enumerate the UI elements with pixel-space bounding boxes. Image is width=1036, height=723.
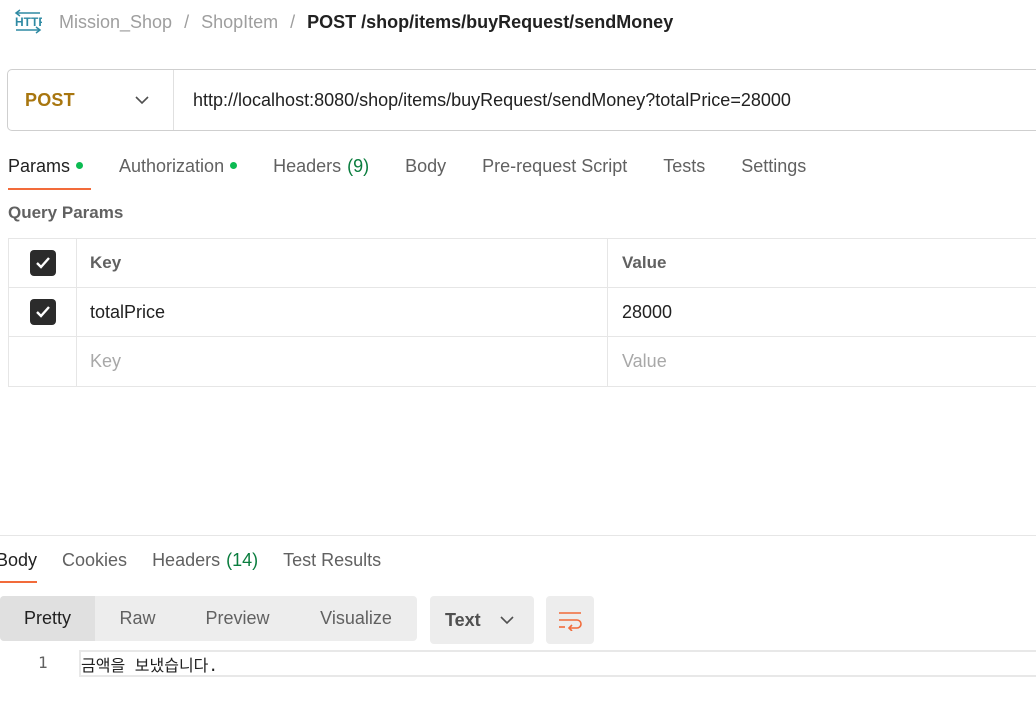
breadcrumb-folder[interactable]: ShopItem (201, 12, 278, 33)
check-icon (35, 306, 50, 318)
value-column-header: Value (622, 253, 667, 272)
new-key-input[interactable]: Key (77, 337, 608, 386)
tab-label: Settings (741, 155, 807, 176)
method-label: POST (25, 89, 75, 110)
row-checkbox[interactable] (29, 299, 56, 325)
query-params-table: Key Value totalPrice 28000 Key Value (8, 238, 1036, 387)
query-params-title: Query Params (8, 203, 124, 222)
key-column-header: Key (77, 239, 608, 287)
tab-test-results[interactable]: Test Results (283, 546, 381, 574)
tab-response-body[interactable]: Body (0, 546, 38, 583)
line-number: 1 (38, 653, 48, 672)
url-input[interactable]: http://localhost:8080/shop/items/buyRequ… (174, 90, 791, 111)
tab-label: Authorization (119, 155, 225, 176)
tab-label: Params (8, 155, 71, 176)
view-mode-visualize[interactable]: Visualize (295, 596, 417, 641)
tab-label: Body (0, 549, 38, 570)
view-mode-preview[interactable]: Preview (180, 596, 295, 641)
format-label: Text (445, 609, 481, 630)
tab-label: Headers (273, 155, 342, 176)
wrap-lines-icon (559, 612, 582, 631)
tab-authorization[interactable]: Authorization (119, 150, 238, 182)
wrap-lines-button[interactable] (546, 596, 594, 644)
chevron-down-icon (135, 96, 149, 105)
view-mode-switch: Pretty Raw Preview Visualize (0, 596, 417, 641)
tab-label: Headers (152, 549, 221, 570)
status-dot (76, 161, 84, 169)
breadcrumb-request-name[interactable]: POST /shop/items/buyRequest/sendMoney (307, 12, 673, 33)
svg-text:HTTP: HTTP (15, 15, 42, 29)
tab-params[interactable]: Params (8, 150, 92, 190)
select-all-checkbox[interactable] (29, 250, 56, 276)
tab-response-headers[interactable]: Headers (14) (152, 546, 258, 574)
table-row-empty: Key Value (9, 337, 1036, 386)
response-format-select[interactable]: Text (430, 596, 534, 644)
method-select[interactable]: POST (8, 70, 174, 130)
view-mode-raw[interactable]: Raw (95, 596, 180, 641)
response-tabs: Body Cookies Headers (14) Test Results (0, 546, 406, 583)
tab-cookies[interactable]: Cookies (62, 546, 127, 574)
http-icon: HTTP (14, 9, 42, 35)
table-row: totalPrice 28000 (9, 288, 1036, 337)
headers-count: (9) (347, 155, 370, 176)
table-header-row: Key Value (9, 239, 1036, 288)
tab-label: Cookies (62, 549, 128, 570)
pane-divider[interactable] (0, 535, 1036, 536)
breadcrumb-collection[interactable]: Mission_Shop (59, 12, 172, 33)
param-value-input[interactable]: 28000 (608, 288, 1036, 336)
response-body-line[interactable]: 금액을 보냈습니다. (79, 650, 1036, 677)
response-headers-count: (14) (226, 549, 259, 570)
select-all-cell (9, 239, 77, 287)
chevron-down-icon (500, 616, 514, 625)
tab-settings[interactable]: Settings (741, 150, 806, 182)
url-bar: POST http://localhost:8080/shop/items/bu… (7, 69, 1036, 131)
param-key-input[interactable]: totalPrice (77, 288, 608, 336)
row-check-cell (9, 288, 77, 336)
new-value-input[interactable]: Value (608, 337, 1036, 386)
request-tabs: Params Authorization Headers (9) Body Pr… (8, 150, 842, 190)
tab-label: Pre-request Script (482, 155, 628, 176)
tab-label: Test Results (283, 549, 382, 570)
tab-headers[interactable]: Headers (9) (273, 150, 369, 182)
status-dot (230, 161, 238, 169)
breadcrumb-separator: / (184, 11, 190, 32)
row-check-cell (9, 337, 77, 386)
tab-label: Tests (663, 155, 706, 176)
breadcrumb-separator: / (290, 11, 296, 32)
tab-label: Body (405, 155, 447, 176)
breadcrumb: HTTP Mission_Shop / ShopItem / POST /sho… (14, 8, 673, 36)
view-mode-pretty[interactable]: Pretty (0, 596, 95, 641)
tab-tests[interactable]: Tests (663, 150, 705, 182)
check-icon (35, 257, 50, 269)
tab-pre-request-script[interactable]: Pre-request Script (482, 150, 627, 182)
tab-body[interactable]: Body (405, 150, 446, 182)
